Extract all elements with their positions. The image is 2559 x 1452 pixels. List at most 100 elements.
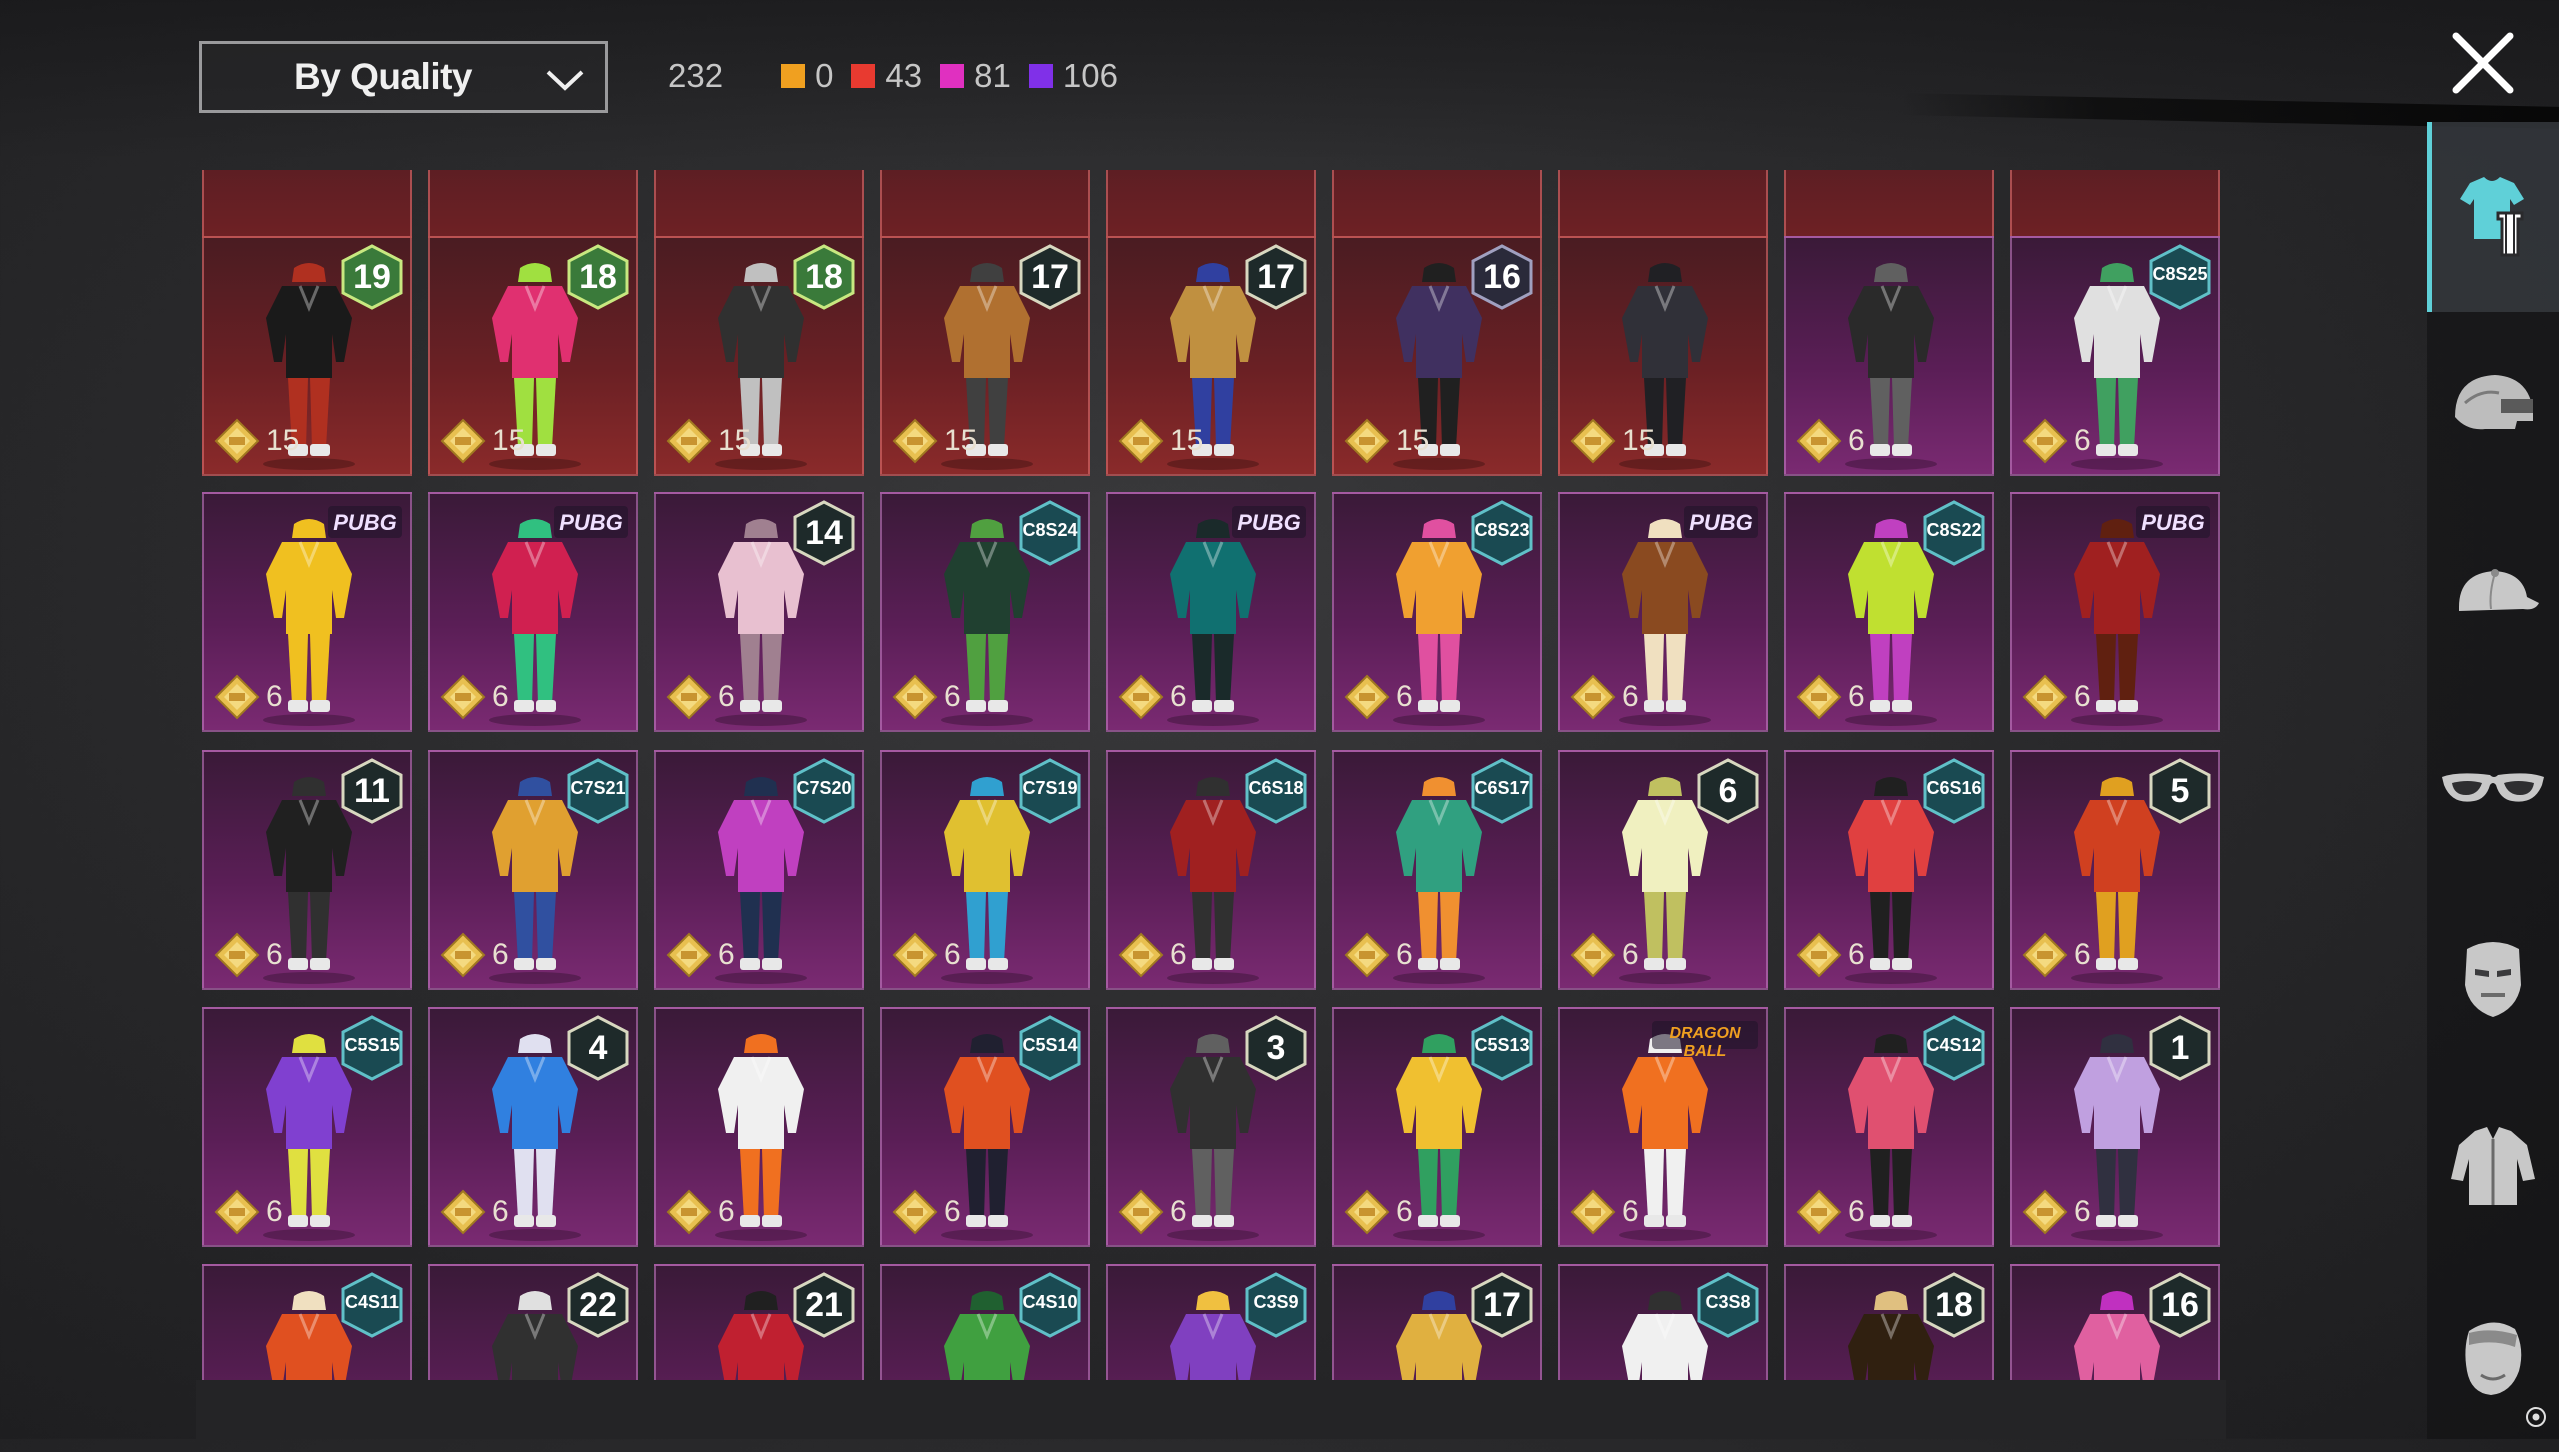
coin-icon — [2022, 932, 2068, 978]
outfit-card[interactable]: PUBG 6 — [2010, 492, 2220, 732]
outfit-card[interactable]: C5S15 6 — [202, 1007, 412, 1247]
outfit-card[interactable]: 17 — [1332, 1264, 1542, 1380]
outfit-card[interactable]: C8S24 6 — [880, 492, 1090, 732]
item-price: 6 — [1570, 1189, 1639, 1235]
outfit-card[interactable]: C3S9 — [1106, 1264, 1316, 1380]
outfit-card[interactable]: 17 15 — [880, 236, 1090, 476]
outfit-card[interactable]: PUBG 6 — [1558, 492, 1768, 732]
price-value: 15 — [1396, 424, 1430, 457]
helmet-icon — [2455, 375, 2533, 430]
outfit-card[interactable]: C3S8 — [1558, 1264, 1768, 1380]
outfit-card[interactable]: 46 — [428, 1007, 638, 1247]
outfit-card[interactable]: 11 6 — [202, 750, 412, 990]
item-price: 6 — [892, 1189, 961, 1235]
season-badge: C6S17 — [1470, 758, 1534, 829]
badge-label: PUBG — [1689, 510, 1753, 535]
item-price: 6 — [214, 674, 283, 720]
coin-icon — [214, 1189, 260, 1235]
outfit-card[interactable]: 18 15 — [654, 236, 864, 476]
outfit-card[interactable]: 18 15 — [428, 236, 638, 476]
coin-icon — [1344, 418, 1390, 464]
sidebar-item-outfits[interactable] — [2427, 122, 2559, 312]
season-badge: C6S16 — [1922, 758, 1986, 829]
item-price: 6 — [440, 1189, 509, 1235]
outfit-card[interactable]: 16 — [2010, 1007, 2220, 1247]
outfit-card[interactable]: C8S22 6 — [1784, 492, 1994, 732]
settings-small-icon[interactable] — [2524, 1405, 2548, 1429]
outfit-card[interactable]: 6 — [1784, 236, 1994, 476]
badge-label: C6S17 — [1474, 778, 1530, 798]
outfit-card[interactable]: C5S13 6 — [1332, 1007, 1542, 1247]
outfit-card[interactable]: C8S25 6 — [2010, 236, 2220, 476]
badge-label: C3S9 — [1253, 1292, 1299, 1312]
outfit-card[interactable]: 16 15 — [1332, 236, 1542, 476]
price-value: 6 — [1170, 1195, 1187, 1228]
sidebar-item-helmets[interactable] — [2427, 312, 2559, 502]
outfit-card[interactable]: 21 — [654, 1264, 864, 1380]
coin-icon — [666, 1189, 712, 1235]
outfit-card[interactable]: C6S17 6 — [1332, 750, 1542, 990]
outfit-card[interactable]: 18 — [1784, 1264, 1994, 1380]
outfit-card[interactable]: 14 6 — [654, 492, 864, 732]
badge-label: 1 — [2170, 1029, 2190, 1067]
outfit-card[interactable]: DRAGON BALL 6 — [1558, 1007, 1768, 1247]
coin-icon — [1796, 1189, 1842, 1235]
badge-label: C7S19 — [1022, 778, 1078, 798]
item-price: 15 — [666, 418, 751, 464]
badge-label: C8S24 — [1022, 520, 1078, 540]
outfit-card[interactable]: C7S21 6 — [428, 750, 638, 990]
sidebar-item-masks[interactable] — [2427, 882, 2559, 1072]
sidebar-item-glasses[interactable] — [2427, 692, 2559, 882]
outfit-card[interactable]: C7S20 6 — [654, 750, 864, 990]
sidebar-item-jackets[interactable] — [2427, 1072, 2559, 1262]
outfit-card[interactable]: C4S11 — [202, 1264, 412, 1380]
outfit-card[interactable]: C8S23 6 — [1332, 492, 1542, 732]
price-value: 6 — [944, 938, 961, 971]
outfit-icon — [2459, 177, 2524, 257]
outfit-card[interactable]: 6 — [654, 1007, 864, 1247]
item-price: 6 — [1796, 674, 1865, 720]
royale-pass-badge: 18 — [1922, 1272, 1986, 1343]
outfit-card[interactable]: 36 — [1106, 1007, 1316, 1247]
outfit-card[interactable]: 17 15 — [1106, 236, 1316, 476]
outfit-card[interactable]: C5S14 6 — [880, 1007, 1090, 1247]
coin-icon — [440, 674, 486, 720]
outfit-card[interactable]: C4S12 6 — [1784, 1007, 1994, 1247]
price-value: 15 — [266, 424, 300, 457]
close-button[interactable] — [2448, 28, 2518, 98]
brand-logo-badge: PUBG — [326, 500, 404, 549]
outfit-card[interactable]: 15 — [1558, 236, 1768, 476]
outfit-card[interactable]: C6S18 6 — [1106, 750, 1316, 990]
outfit-card[interactable]: 66 — [1558, 750, 1768, 990]
outfit-card[interactable]: 22 — [428, 1264, 638, 1380]
outfit-card[interactable]: PUBG 6 — [428, 492, 638, 732]
outfit-card[interactable]: 19 15 — [202, 236, 412, 476]
coin-icon — [2022, 418, 2068, 464]
outfit-card[interactable]: C6S16 6 — [1784, 750, 1994, 990]
outfit-card[interactable]: 56 — [2010, 750, 2220, 990]
quality-count-mythic: 43 — [851, 57, 922, 95]
royale-pass-badge: 16 — [1470, 244, 1534, 315]
outfit-grid[interactable]: 1515151515151515151915181518151715171516… — [196, 170, 2226, 1380]
badge-label: 18 — [805, 258, 843, 296]
price-value: 6 — [2074, 424, 2091, 457]
season-badge: C8S25 — [2148, 244, 2212, 315]
season-badge: C5S15 — [340, 1015, 404, 1086]
face-icon — [2465, 1322, 2522, 1395]
badge-label: 5 — [2170, 772, 2190, 810]
season-badge: C4S11 — [340, 1272, 404, 1343]
outfit-card[interactable]: C7S19 6 — [880, 750, 1090, 990]
outfit-card[interactable]: PUBG 6 — [1106, 492, 1316, 732]
sidebar-item-hats[interactable] — [2427, 502, 2559, 692]
badge-label: C3S8 — [1705, 1292, 1751, 1312]
badge-label: PUBG — [2141, 510, 2205, 535]
badge-label: 17 — [1031, 258, 1069, 296]
royale-pass-badge: 3 — [1244, 1015, 1308, 1086]
sort-dropdown[interactable]: By Quality — [199, 41, 608, 113]
season-badge: C4S12 — [1922, 1015, 1986, 1086]
badge-label: 14 — [805, 514, 843, 552]
season-badge: C7S19 — [1018, 758, 1082, 829]
outfit-card[interactable]: C4S10 — [880, 1264, 1090, 1380]
outfit-card[interactable]: 16 — [2010, 1264, 2220, 1380]
outfit-card[interactable]: PUBG 6 — [202, 492, 412, 732]
